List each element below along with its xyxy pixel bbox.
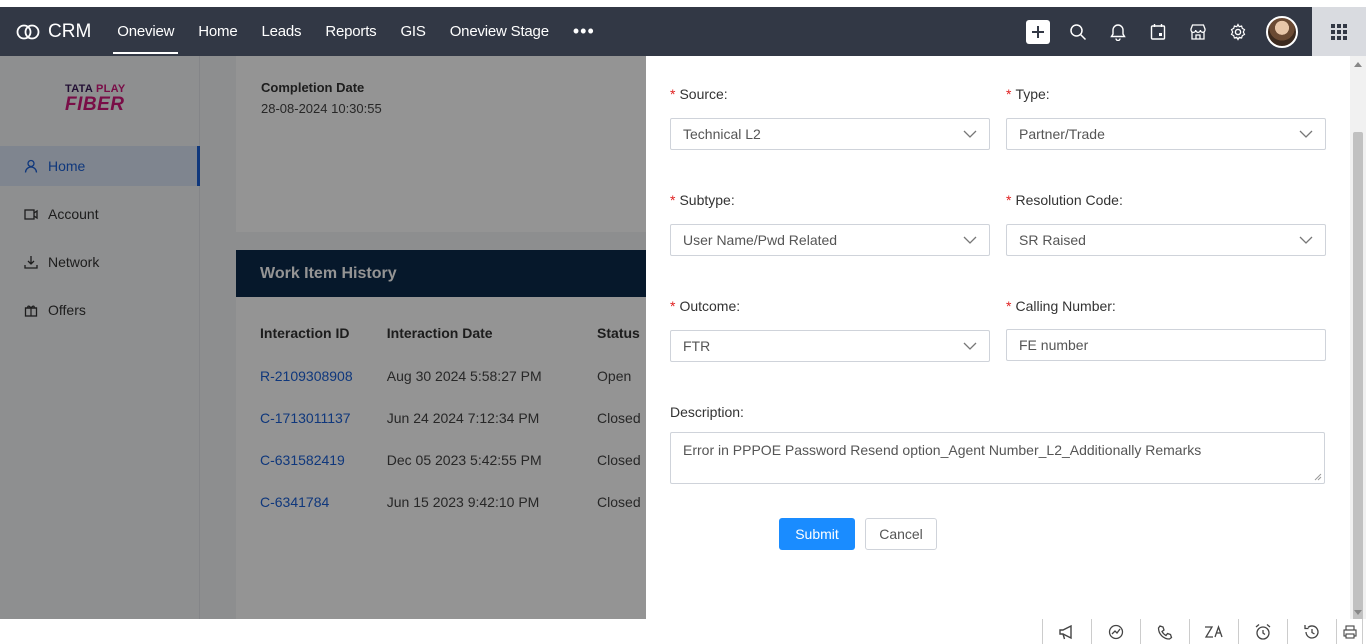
description-value: Error in PPPOE Password Resend option_Ag…	[683, 442, 1202, 458]
type-label-text: Type:	[1015, 86, 1050, 102]
required-marker: *	[670, 86, 676, 102]
outcome-value: FTR	[683, 338, 711, 354]
type-select[interactable]: Partner/Trade	[1006, 118, 1326, 150]
scroll-down-arrow-icon[interactable]	[1354, 610, 1362, 615]
type-label: * Type:	[1006, 86, 1050, 102]
analytics-button[interactable]	[1092, 619, 1141, 644]
more-tabs-button[interactable]: •••	[561, 7, 607, 56]
chevron-down-icon	[1299, 130, 1313, 138]
crm-logo-icon	[16, 24, 40, 39]
calling-number-value: FE number	[1019, 337, 1089, 353]
calling-number-input[interactable]: FE number	[1006, 329, 1326, 361]
subtype-label-text: Subtype:	[679, 192, 735, 208]
gear-icon	[1230, 22, 1246, 41]
nav-tabs: Oneview Home Leads Reports GIS Oneview S…	[105, 7, 606, 56]
required-marker: *	[670, 192, 676, 208]
calls-button[interactable]	[1141, 619, 1190, 644]
subtype-select[interactable]: User Name/Pwd Related	[670, 224, 990, 256]
required-marker: *	[1006, 298, 1012, 314]
resolution-code-value: SR Raised	[1019, 232, 1086, 248]
translate-button[interactable]	[1190, 619, 1239, 644]
search-icon	[1070, 23, 1087, 40]
bottom-tools	[1042, 619, 1363, 644]
top-strip	[0, 0, 1366, 7]
history-icon	[1304, 624, 1319, 639]
required-marker: *	[670, 298, 676, 314]
resolution-code-label: * Resolution Code:	[1006, 192, 1123, 208]
tab-gis[interactable]: GIS	[388, 7, 437, 56]
subtype-label: * Subtype:	[670, 192, 735, 208]
bottom-bar	[0, 619, 1366, 644]
source-select[interactable]: Technical L2	[670, 118, 990, 150]
resolution-code-label-text: Resolution Code:	[1015, 192, 1123, 208]
scroll-thumb[interactable]	[1353, 132, 1363, 642]
source-label: * Source:	[670, 86, 728, 102]
chevron-down-icon	[963, 342, 977, 350]
translate-icon	[1204, 624, 1223, 638]
source-label-text: Source:	[679, 86, 728, 102]
resolution-code-select[interactable]: SR Raised	[1006, 224, 1326, 256]
required-marker: *	[1006, 86, 1012, 102]
apps-grid-icon	[1331, 23, 1347, 40]
printer-icon	[1342, 624, 1357, 639]
bell-icon	[1110, 23, 1126, 41]
source-value: Technical L2	[683, 126, 761, 142]
modal-backdrop[interactable]	[0, 56, 646, 644]
tab-leads[interactable]: Leads	[249, 7, 313, 56]
notifications-button[interactable]	[1098, 7, 1138, 56]
calling-number-label-text: Calling Number:	[1015, 298, 1116, 314]
top-navbar: CRM Oneview Home Leads Reports GIS Onevi…	[0, 7, 1366, 56]
tab-home[interactable]: Home	[186, 7, 249, 56]
store-icon	[1190, 23, 1206, 40]
scroll-up-arrow-icon[interactable]	[1354, 62, 1362, 67]
calendar-button[interactable]	[1138, 7, 1178, 56]
cancel-button[interactable]: Cancel	[865, 518, 937, 550]
description-label: Description:	[670, 404, 744, 420]
resize-handle-icon[interactable]	[1314, 473, 1322, 481]
apps-button[interactable]	[1312, 7, 1366, 56]
phone-icon	[1157, 624, 1173, 640]
plus-icon	[1032, 25, 1044, 38]
marketplace-button[interactable]	[1178, 7, 1218, 56]
announcements-button[interactable]	[1043, 619, 1092, 644]
calling-number-label: * Calling Number:	[1006, 298, 1116, 314]
nav-right-tools	[1026, 7, 1366, 56]
chart-icon	[1108, 624, 1124, 639]
create-button[interactable]	[1026, 19, 1050, 44]
calendar-icon	[1150, 23, 1166, 40]
description-textarea[interactable]: Error in PPPOE Password Resend option_Ag…	[670, 432, 1325, 484]
tab-oneview-stage[interactable]: Oneview Stage	[438, 7, 561, 56]
subtype-value: User Name/Pwd Related	[683, 232, 838, 248]
type-value: Partner/Trade	[1019, 126, 1105, 142]
tab-reports[interactable]: Reports	[313, 7, 388, 56]
app-brand[interactable]: CRM	[16, 21, 91, 43]
required-marker: *	[1006, 192, 1012, 208]
megaphone-icon	[1059, 624, 1072, 639]
chevron-down-icon	[1299, 236, 1313, 244]
chevron-down-icon	[963, 236, 977, 244]
outcome-label-text: Outcome:	[679, 298, 741, 314]
submit-button[interactable]: Submit	[779, 518, 855, 550]
print-button[interactable]	[1337, 619, 1363, 644]
reminders-button[interactable]	[1239, 619, 1288, 644]
outcome-select[interactable]: FTR	[670, 330, 990, 362]
avatar[interactable]	[1266, 15, 1298, 48]
alarm-icon	[1255, 623, 1271, 640]
outcome-label: * Outcome:	[670, 298, 740, 314]
tab-oneview[interactable]: Oneview	[105, 7, 186, 56]
app-name: CRM	[48, 20, 92, 42]
search-button[interactable]	[1058, 7, 1098, 56]
settings-button[interactable]	[1218, 7, 1258, 56]
panel-scrollbar[interactable]	[1350, 56, 1366, 642]
close-interaction-panel: * Source: Technical L2 * Type: Partner/Tra…	[646, 56, 1366, 619]
history-button[interactable]	[1288, 619, 1337, 644]
chevron-down-icon	[963, 130, 977, 138]
